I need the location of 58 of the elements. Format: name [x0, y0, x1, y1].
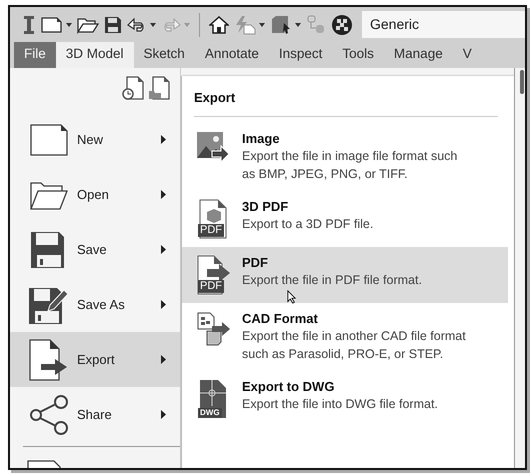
caret-icon[interactable]	[259, 22, 265, 26]
material-dropdown[interactable]: Generic	[362, 11, 525, 38]
option-title: 3D PDF	[242, 199, 290, 215]
checkered-sphere-icon[interactable]	[331, 14, 353, 36]
option-title: CAD Format	[242, 311, 319, 327]
submenu-arrow-icon	[161, 190, 166, 199]
export-option[interactable]: Image Export the file in image file format such as BMP, JPEG, PNG, or TIFF.	[182, 123, 508, 191]
share-icon	[27, 394, 71, 434]
option-description: Export the file in image file format such as BMP, JPEG, PNG, or TIFF.	[242, 148, 458, 183]
export-option[interactable]: PDF PDF Export the file in PDF file format.	[182, 247, 508, 303]
file-menu-item[interactable]: Export	[10, 332, 180, 387]
folder-icon[interactable]	[77, 16, 99, 34]
box-select-icon[interactable]	[270, 14, 292, 34]
submenu-arrow-icon	[161, 135, 166, 144]
option-description: Export the file in another CAD file format such as Parasolid, PRO-E, or STEP.	[242, 328, 467, 363]
option-description: Export the file into DWG file format.	[242, 396, 439, 413]
file-menu-item[interactable]: Open	[10, 167, 180, 222]
cad-export-icon	[195, 311, 231, 347]
file-type-label: PDF	[198, 224, 224, 237]
file-type-label: DWG	[198, 408, 222, 418]
ribbon-tab[interactable]: Manage	[384, 42, 453, 68]
caret-icon[interactable]	[150, 22, 156, 26]
submenu-title: Export	[193, 89, 236, 107]
new-document-icon[interactable]	[41, 16, 63, 34]
submenu-arrow-icon	[161, 300, 166, 309]
export-option[interactable]: DWG Export to DWG Export the file into DWG file format.	[182, 371, 508, 427]
option-description: Export the file in PDF file format.	[242, 272, 423, 289]
ribbon-tab[interactable]: Annotate	[194, 42, 269, 68]
mouse-pointer-icon	[287, 290, 296, 304]
submenu-arrow-icon	[161, 410, 166, 419]
ribbon-tab[interactable]: V	[452, 42, 482, 68]
save-icon[interactable]	[104, 16, 122, 34]
option-title: PDF	[242, 255, 269, 271]
recent-documents-icon[interactable]	[122, 76, 144, 100]
file-menu-item[interactable]: Save As	[10, 277, 180, 332]
submenu-arrow-icon	[161, 355, 166, 364]
ribbon-tab[interactable]: Inspect	[268, 42, 332, 68]
export-option[interactable]: CAD Format Export the file in another CAD file format such as Parasolid, PRO-E, or STEP.	[182, 303, 508, 371]
ribbon-tab[interactable]: 3D Model	[56, 42, 134, 68]
ribbon-tab[interactable]: Sketch	[134, 42, 195, 68]
caret-icon[interactable]	[66, 22, 72, 26]
export-option[interactable]: PDF 3D PDF Export to a 3D PDF file.	[182, 191, 508, 247]
text-cursor-icon[interactable]	[22, 14, 36, 36]
file-menu-item[interactable]: Share	[10, 387, 180, 442]
open-document-icon[interactable]	[148, 76, 170, 100]
option-title: Image	[242, 131, 281, 147]
file-menu-item[interactable]: Save	[10, 222, 180, 277]
option-title: Export to DWG	[242, 379, 336, 395]
file-type-label: PDF	[198, 280, 224, 293]
image-export-icon	[196, 131, 230, 163]
ribbon-tab[interactable]: Tools	[332, 42, 384, 68]
submenu-arrow-icon	[161, 245, 166, 254]
option-description: Export to a 3D PDF file.	[242, 216, 374, 233]
ribbon-tab[interactable]: File	[14, 42, 56, 68]
file-menu-item[interactable]: New	[10, 112, 180, 167]
caret-icon[interactable]	[295, 22, 301, 26]
scrollbar[interactable]	[520, 70, 524, 94]
home-icon[interactable]	[209, 16, 229, 34]
